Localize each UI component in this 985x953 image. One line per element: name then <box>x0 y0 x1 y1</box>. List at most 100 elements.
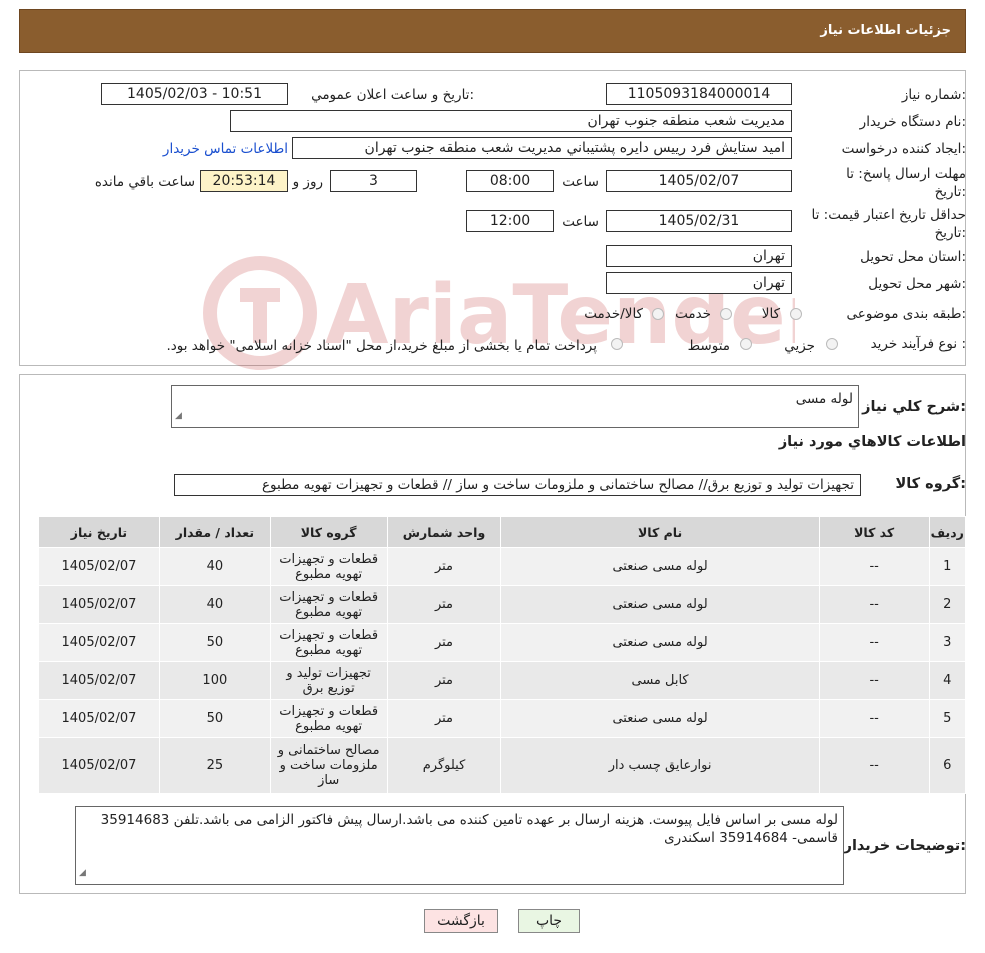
table-row: 4 -- کابل مسی متر تجهیزات تولید و توزیع … <box>38 661 967 700</box>
time-remaining-label: ساعت باقي مانده <box>94 174 195 190</box>
cell-item-group: قطعات و تجهیزات تهویه مطبوع <box>269 547 388 586</box>
cell-unit: متر <box>386 585 502 624</box>
cell-quantity: 25 <box>158 737 271 794</box>
cell-item-code: -- <box>818 699 930 738</box>
city-field: تهران <box>606 272 792 294</box>
deadline-time-field: 08:00 <box>466 170 554 192</box>
cell-unit: کیلوگرم <box>386 737 502 794</box>
deadline-time-label: ساعت <box>562 174 599 190</box>
back-button[interactable]: بازگشت <box>424 909 498 933</box>
validity-date-field: 1405/02/31 <box>606 210 792 232</box>
process-radio-medium[interactable] <box>740 338 752 350</box>
announce-field: 1405/02/03 - 10:51 <box>101 83 288 105</box>
col-item-name: نام کالا <box>500 516 820 548</box>
validity-time-field: 12:00 <box>466 210 554 232</box>
table-row: 5 -- لوله مسی صنعتی متر قطعات و تجهیزات … <box>38 699 967 738</box>
province-label: استان محل تحویل: <box>860 249 966 265</box>
col-item-group: گروه کالا <box>269 516 388 548</box>
cell-row-number: 6 <box>928 737 967 794</box>
general-desc-label: شرح کلي نياز: <box>862 399 966 415</box>
cell-item-group: قطعات و تجهیزات تهویه مطبوع <box>269 699 388 738</box>
category-option-service: خدمت <box>675 306 711 322</box>
cell-need-date: 1405/02/07 <box>38 737 160 794</box>
process-radio-minor[interactable] <box>826 338 838 350</box>
table-row: 2 -- لوله مسی صنعتی متر قطعات و تجهیزات … <box>38 585 967 624</box>
deadline-label-line2: تاریخ: <box>934 184 966 200</box>
buyer-notes-text: لوله مسی بر اساس فایل پیوست. هزینه ارسال… <box>100 812 838 846</box>
general-desc-field: لوله مسی ◢ <box>171 385 859 428</box>
cell-unit: متر <box>386 661 502 700</box>
cell-row-number: 3 <box>928 623 967 662</box>
cell-item-code: -- <box>818 737 930 794</box>
cell-item-code: -- <box>818 585 930 624</box>
announce-label: تاریخ و ساعت اعلان عمومي: <box>311 87 474 103</box>
table-row: 6 -- نوارعایق چسب دار کیلوگرم مصالح ساخت… <box>38 737 967 794</box>
cell-item-code: -- <box>818 661 930 700</box>
process-note: پرداخت تمام یا بخشی از مبلغ خرید،از محل … <box>166 338 597 354</box>
cell-item-group: مصالح ساختمانی و ملزومات ساخت و ساز <box>269 737 388 794</box>
goods-group-label: گروه کالا: <box>895 476 966 492</box>
cell-quantity: 40 <box>158 547 271 586</box>
category-radio-service[interactable] <box>720 308 732 320</box>
deadline-date-field: 1405/02/07 <box>606 170 792 192</box>
cell-quantity: 100 <box>158 661 271 700</box>
validity-label-line2: تاریخ: <box>934 225 966 241</box>
cell-unit: متر <box>386 547 502 586</box>
need-number-field: 1105093184000014 <box>606 83 792 105</box>
deadline-label-line1: مهلت ارسال پاسخ: تا <box>846 166 966 182</box>
process-radio-treasury[interactable] <box>611 338 623 350</box>
cell-item-name: لوله مسی صنعتی <box>500 623 820 662</box>
page-title: جزئیات اطلاعات نیاز <box>820 23 951 38</box>
col-unit: واحد شمارش <box>386 516 502 548</box>
cell-need-date: 1405/02/07 <box>38 623 160 662</box>
buyer-org-field: مديريت شعب منطقه جنوب تهران <box>230 110 792 132</box>
cell-quantity: 40 <box>158 585 271 624</box>
items-section-title: اطلاعات کالاهاي مورد نياز <box>778 434 966 450</box>
col-item-code: کد کالا <box>818 516 930 548</box>
table-header-row: رديف کد کالا نام کالا واحد شمارش گروه کا… <box>38 516 967 548</box>
cell-item-code: -- <box>818 547 930 586</box>
cell-row-number: 4 <box>928 661 967 700</box>
general-desc-text: لوله مسی <box>795 391 853 407</box>
resize-grip-icon: ◢ <box>175 411 182 421</box>
page-header: جزئیات اطلاعات نیاز <box>19 9 966 53</box>
cell-item-group: تجهیزات تولید و توزیع برق <box>269 661 388 700</box>
deadline-label: مهلت ارسال پاسخ: تا تاریخ: <box>846 165 966 201</box>
process-label: نوع فرآیند خرید : <box>870 336 966 352</box>
table-row: 3 -- لوله مسی صنعتی متر قطعات و تجهیزات … <box>38 623 967 662</box>
cell-need-date: 1405/02/07 <box>38 547 160 586</box>
cell-row-number: 5 <box>928 699 967 738</box>
need-number-label: شماره نیاز: <box>901 87 966 103</box>
validity-label-line1: حداقل تاریخ اعتبار قیمت: تا <box>811 207 966 223</box>
days-label: روز و <box>292 174 323 190</box>
table-row: 1 -- لوله مسی صنعتی متر قطعات و تجهیزات … <box>38 547 967 586</box>
cell-unit: متر <box>386 623 502 662</box>
col-row-number: رديف <box>928 516 967 548</box>
process-option-medium: متوسط <box>687 338 730 354</box>
creator-label: ایجاد کننده درخواست: <box>841 141 966 157</box>
cell-need-date: 1405/02/07 <box>38 661 160 700</box>
category-radio-goods-service[interactable] <box>652 308 664 320</box>
cell-item-name: لوله مسی صنعتی <box>500 699 820 738</box>
items-table: رديف کد کالا نام کالا واحد شمارش گروه کا… <box>38 516 967 794</box>
resize-grip-icon: ◢ <box>79 868 86 878</box>
days-remaining-field: 3 <box>330 170 417 192</box>
print-button[interactable]: چاپ <box>518 909 580 933</box>
cell-row-number: 1 <box>928 547 967 586</box>
validity-label: حداقل تاریخ اعتبار قیمت: تا تاریخ: <box>812 206 966 242</box>
province-field: تهران <box>606 245 792 267</box>
goods-group-field: تجهیزات تولید و توزیع برق// مصالح ساختما… <box>174 474 861 496</box>
cell-item-name: لوله مسی صنعتی <box>500 547 820 586</box>
cell-item-name: نوارعایق چسب دار <box>500 737 820 794</box>
cell-row-number: 2 <box>928 585 967 624</box>
category-radio-goods[interactable] <box>790 308 802 320</box>
col-quantity: تعداد / مقدار <box>158 516 271 548</box>
process-option-minor: جزيي <box>784 338 815 354</box>
category-option-goods-service: کالا/خدمت <box>584 306 643 322</box>
buyer-contact-link[interactable]: اطلاعات تماس خریدار <box>163 141 288 157</box>
cell-unit: متر <box>386 699 502 738</box>
time-remaining-field: 20:53:14 <box>200 170 288 192</box>
buyer-notes-label: توضیحات خریدار: <box>843 838 966 854</box>
creator-field: امید ستایش فرد رييس دايره پشتيباني مديري… <box>292 137 792 159</box>
cell-item-code: -- <box>818 623 930 662</box>
